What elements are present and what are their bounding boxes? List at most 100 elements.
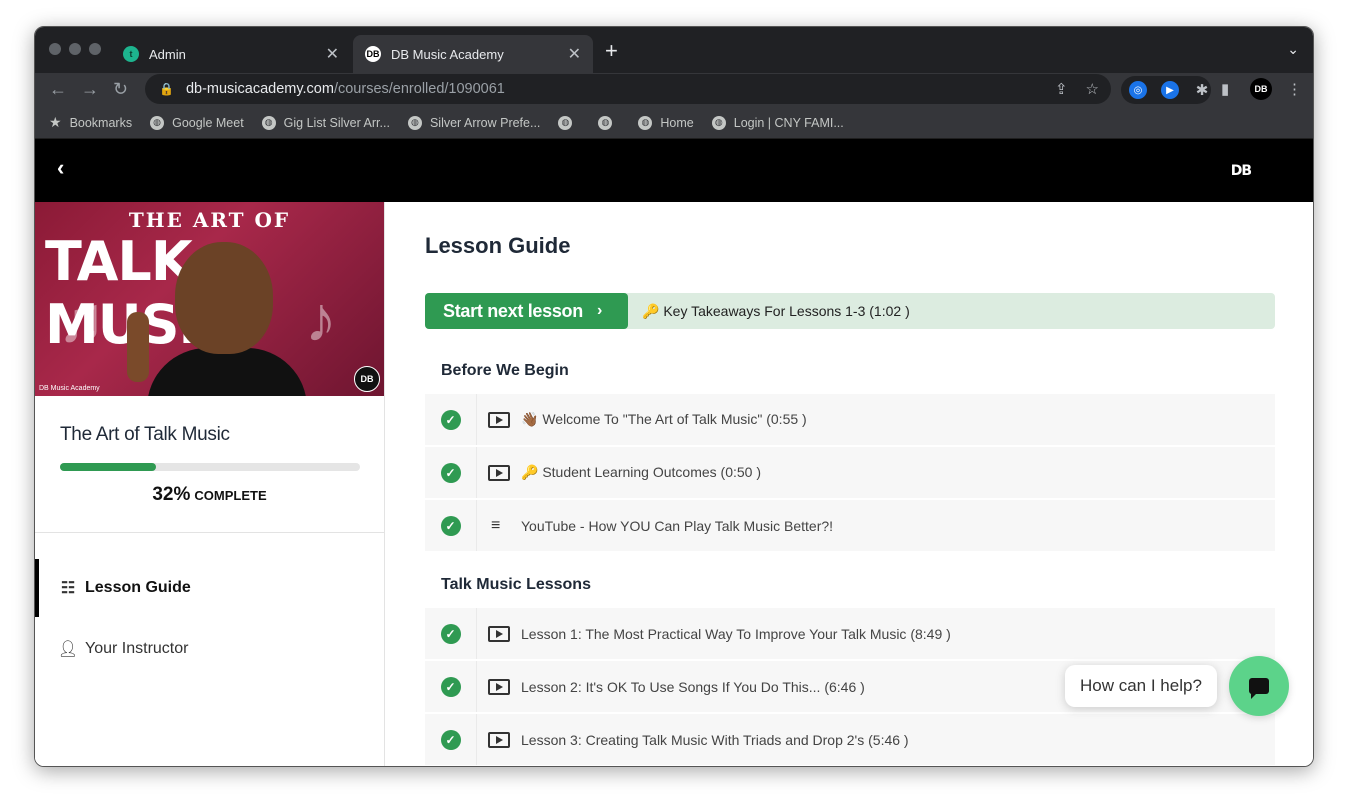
section-title: Before We Begin	[441, 362, 569, 379]
instructor-figure	[127, 312, 149, 382]
side-panel-icon[interactable]: ▮	[1221, 80, 1229, 98]
bookmark-item[interactable]: ◍ Google Meet	[150, 115, 244, 130]
chevron-down-icon[interactable]: ⌄	[1287, 41, 1299, 58]
bookmark-star-icon[interactable]: ☆	[1086, 80, 1099, 98]
tab-db-music-academy[interactable]: DB DB Music Academy ✕	[353, 35, 593, 73]
star-icon: ★	[49, 114, 62, 130]
hero-caption: DB Music Academy	[39, 385, 100, 392]
instructor-figure	[175, 242, 273, 354]
hero-logo-badge: DB	[354, 366, 380, 392]
user-icon: 👤︎	[57, 641, 79, 658]
maximize-window-button[interactable]	[89, 43, 101, 55]
progress-label: COMPLETE	[194, 488, 267, 503]
music-note-icon: ♫	[57, 283, 105, 355]
db-favicon-icon: DB	[365, 46, 381, 62]
browser-window: t Admin ✕ DB DB Music Academy ✕ + ⌄ ← → …	[34, 26, 1314, 767]
page-title: Lesson Guide	[425, 233, 571, 258]
lesson-row[interactable]: ✓ 👋🏾 Welcome To "The Art of Talk Music" …	[425, 394, 1275, 445]
nav-lesson-guide[interactable]: ☷ Lesson Guide	[35, 559, 384, 617]
hero-line1: THE ART OF	[128, 208, 291, 232]
globe-icon: ◍	[261, 115, 276, 130]
video-icon	[477, 464, 521, 481]
site-logo[interactable]: DB	[1231, 163, 1252, 179]
lesson-row[interactable]: ✓ ≡ YouTube - How YOU Can Play Talk Musi…	[425, 500, 1275, 551]
share-icon[interactable]: ⇪	[1055, 80, 1068, 98]
bookmark-item[interactable]: ◍	[598, 115, 620, 130]
browser-toolbar: ← → ↻ 🔒 db-musicacademy.com /courses/enr…	[35, 73, 1313, 107]
forward-arrow-icon[interactable]: →	[81, 79, 99, 100]
reload-icon[interactable]: ↻	[113, 79, 128, 100]
extension-icon[interactable]: ▶	[1161, 81, 1179, 99]
close-icon[interactable]: ✕	[326, 44, 339, 64]
page-content: ‹ DB THE ART OF TALK MUSIC ♫ ♪ DB Music …	[35, 139, 1313, 766]
lock-icon: 🔒	[159, 82, 174, 96]
divider	[35, 532, 384, 533]
completed-check-icon: ✓	[425, 500, 477, 551]
text-lines-icon: ≡	[491, 516, 501, 534]
close-icon[interactable]: ✕	[568, 44, 581, 64]
completed-check-icon: ✓	[425, 608, 477, 659]
video-icon	[477, 731, 521, 748]
bookmark-item[interactable]: ◍	[558, 115, 580, 130]
course-progress-bar	[60, 463, 360, 471]
course-hero-image: THE ART OF TALK MUSIC ♫ ♪ DB Music Acade…	[35, 202, 384, 396]
new-tab-button[interactable]: +	[605, 40, 618, 62]
bookmark-item[interactable]: ◍ Login | CNY FAMI...	[711, 115, 844, 130]
nav-label: Your Instructor	[85, 640, 189, 657]
video-icon	[477, 411, 521, 428]
completed-check-icon: ✓	[425, 714, 477, 765]
video-icon	[477, 625, 521, 642]
globe-icon: ◍	[711, 115, 726, 130]
address-bar[interactable]: 🔒 db-musicacademy.com /courses/enrolled/…	[145, 74, 1111, 104]
lesson-name: YouTube - How YOU Can Play Talk Music Be…	[521, 517, 834, 534]
progress-fill	[60, 463, 156, 471]
puzzle-icon[interactable]: ✱	[1193, 81, 1211, 99]
video-icon	[477, 678, 521, 695]
chevron-right-icon: ›	[596, 302, 602, 319]
chat-icon	[1249, 678, 1269, 699]
globe-icon: ◍	[150, 115, 165, 130]
extension-icon[interactable]: ◎	[1129, 81, 1147, 99]
extensions-group: ◎ ▶ ✱	[1121, 76, 1211, 104]
back-arrow-icon[interactable]: ←	[49, 79, 67, 100]
chat-prompt-bubble[interactable]: How can I help?	[1065, 665, 1217, 707]
tab-admin[interactable]: t Admin ✕	[111, 35, 351, 73]
url-path: /courses/enrolled/1090061	[333, 81, 505, 97]
close-window-button[interactable]	[49, 43, 61, 55]
completed-check-icon: ✓	[425, 661, 477, 712]
start-next-lesson-button[interactable]: Start next lesson ›	[425, 293, 628, 329]
lesson-name: 👋🏾 Welcome To "The Art of Talk Music" (0…	[521, 411, 807, 427]
chat-launcher-button[interactable]	[1229, 656, 1289, 716]
completed-check-icon: ✓	[425, 394, 477, 445]
bookmarks-bar: ★ Bookmarks ◍ Google Meet ◍ Gig List Silver…	[35, 107, 1313, 139]
lesson-name: Lesson 2: It's OK To Use Songs If You Do…	[521, 678, 865, 695]
course-title: The Art of Talk Music	[60, 424, 230, 445]
bookmark-item[interactable]: ◍ Home	[638, 115, 694, 130]
nav-your-instructor[interactable]: 👤︎ Your Instructor	[35, 620, 384, 678]
back-chevron-icon[interactable]: ‹	[57, 155, 64, 181]
more-menu-icon[interactable]: ⋮	[1287, 80, 1302, 98]
course-sidebar: THE ART OF TALK MUSIC ♫ ♪ DB Music Acade…	[35, 202, 385, 766]
progress-percent: 32%	[152, 484, 191, 505]
list-icon: ☷	[60, 580, 76, 597]
lesson-name: Lesson 3: Creating Talk Music With Triad…	[521, 731, 909, 748]
tab-title: Admin	[149, 46, 186, 62]
nav-label: Lesson Guide	[85, 579, 191, 596]
admin-favicon-icon: t	[123, 46, 139, 62]
lesson-row[interactable]: ✓ 🔑 Student Learning Outcomes (0:50 )	[425, 447, 1275, 498]
bookmark-item[interactable]: ◍ Silver Arrow Prefe...	[407, 115, 540, 130]
url-host: db-musicacademy.com	[185, 81, 334, 97]
tab-strip: t Admin ✕ DB DB Music Academy ✕ + ⌄	[35, 27, 1313, 73]
bookmark-item[interactable]: ★ Bookmarks	[49, 114, 132, 131]
next-lesson-title[interactable]: 🔑 Key Takeaways For Lessons 1-3 (1:02 )	[642, 303, 910, 320]
lesson-guide-main: Lesson Guide Start next lesson › 🔑 Key T…	[385, 202, 1313, 766]
completed-check-icon: ✓	[425, 447, 477, 498]
globe-icon: ◍	[638, 115, 653, 130]
profile-avatar[interactable]: DB	[1250, 78, 1272, 100]
progress-status: 32% COMPLETE	[35, 484, 384, 506]
lesson-row[interactable]: ✓ Lesson 3: Creating Talk Music With Tri…	[425, 714, 1275, 765]
minimize-window-button[interactable]	[69, 43, 81, 55]
lesson-row[interactable]: ✓ Lesson 1: The Most Practical Way To Im…	[425, 608, 1275, 659]
bookmark-item[interactable]: ◍ Gig List Silver Arr...	[261, 115, 390, 130]
next-lesson-row: Start next lesson › 🔑 Key Takeaways For …	[425, 293, 1275, 329]
